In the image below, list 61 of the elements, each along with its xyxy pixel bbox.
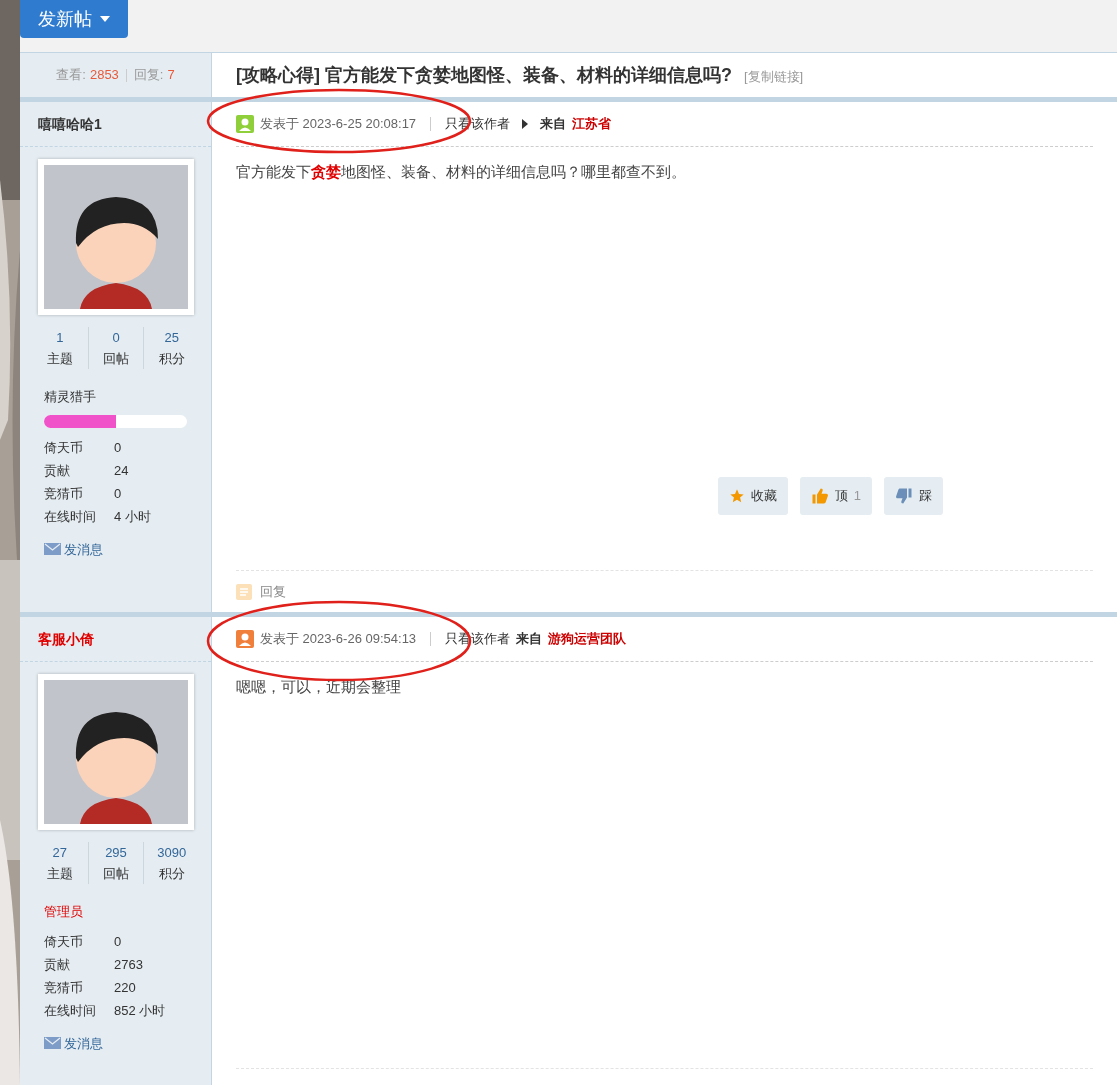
views-count: 2853: [89, 66, 119, 85]
thumbs-down-icon: [895, 487, 913, 505]
stat-value[interactable]: 27: [32, 842, 88, 863]
info-label: 竞猜币: [44, 978, 84, 997]
post-content: 官方能发下贪婪地图怪、装备、材料的详细信息吗？哪里都查不到。: [236, 162, 687, 182]
info-label: 贡献: [44, 955, 71, 974]
star-icon: [728, 488, 745, 504]
info-value: 0: [114, 438, 122, 457]
author-name[interactable]: 客服小倚: [38, 628, 94, 650]
info-label: 在线时间: [44, 1001, 97, 1020]
stat-label: 积分: [157, 350, 186, 368]
stat-value[interactable]: 1: [32, 327, 88, 348]
post-action-button[interactable]: 顶 1: [799, 477, 872, 515]
stat-label: 回帖: [102, 350, 130, 368]
stat-label: 积分: [157, 865, 186, 883]
post-location: 游狗运营团队: [548, 630, 627, 649]
stat-label: 主题: [45, 350, 74, 368]
reply-icon: [236, 583, 252, 600]
info-label: 贡献: [44, 461, 71, 480]
info-label: 倚天币: [44, 438, 84, 457]
info-value: 0: [114, 484, 122, 503]
envelope-icon: [44, 543, 61, 556]
envelope-icon: [44, 1037, 61, 1050]
info-value: 220: [114, 978, 136, 997]
copy-link[interactable]: [复制链接]: [744, 67, 804, 87]
reply-link[interactable]: 回复: [260, 581, 286, 602]
info-label: 倚天币: [44, 932, 84, 951]
info-value: 4 小时: [114, 507, 151, 526]
caret-down-icon: [100, 16, 110, 22]
info-value: 852 小时: [114, 1001, 166, 1020]
info-value: 2763: [114, 955, 143, 974]
author-name[interactable]: 嘻嘻哈哈1: [38, 113, 102, 135]
stat-value[interactable]: 0: [88, 327, 144, 348]
thumbs-up-icon: [810, 487, 829, 505]
new-post-button[interactable]: 发新帖: [20, 0, 128, 38]
post-time: 发表于 2023-6-26 09:54:13: [260, 630, 417, 649]
replies-count: 7: [167, 66, 175, 85]
post-action-button[interactable]: 踩: [884, 477, 943, 515]
post-location: 江苏省: [572, 115, 612, 134]
user-icon: [236, 115, 254, 133]
stat-value[interactable]: 3090: [144, 842, 199, 863]
from-label: 来自: [516, 630, 543, 649]
post-time: 发表于 2023-6-25 20:08:17: [260, 115, 417, 134]
stat-label: 主题: [45, 865, 74, 883]
info-label: 在线时间: [44, 507, 97, 526]
stat-value[interactable]: 25: [144, 327, 199, 348]
user-rank: 精灵猎手: [44, 389, 96, 404]
user-icon: [236, 630, 254, 648]
from-label: 来自: [540, 115, 567, 134]
stat-value[interactable]: 295: [88, 842, 144, 863]
send-message-link[interactable]: 发消息: [64, 1033, 103, 1053]
replies-label: 回复:: [133, 66, 164, 85]
info-label: 竞猜币: [44, 484, 84, 503]
thread-title: [攻略心得] 官方能发下贪婪地图怪、装备、材料的详细信息吗?: [236, 63, 732, 87]
info-value: 0: [114, 932, 122, 951]
stat-label: 回帖: [102, 865, 130, 883]
user-rank: 管理员: [44, 904, 83, 919]
info-value: 24: [114, 461, 129, 480]
send-message-link[interactable]: 发消息: [64, 539, 103, 559]
post-action-button[interactable]: 收藏: [717, 477, 788, 515]
views-label: 查看:: [56, 66, 86, 85]
